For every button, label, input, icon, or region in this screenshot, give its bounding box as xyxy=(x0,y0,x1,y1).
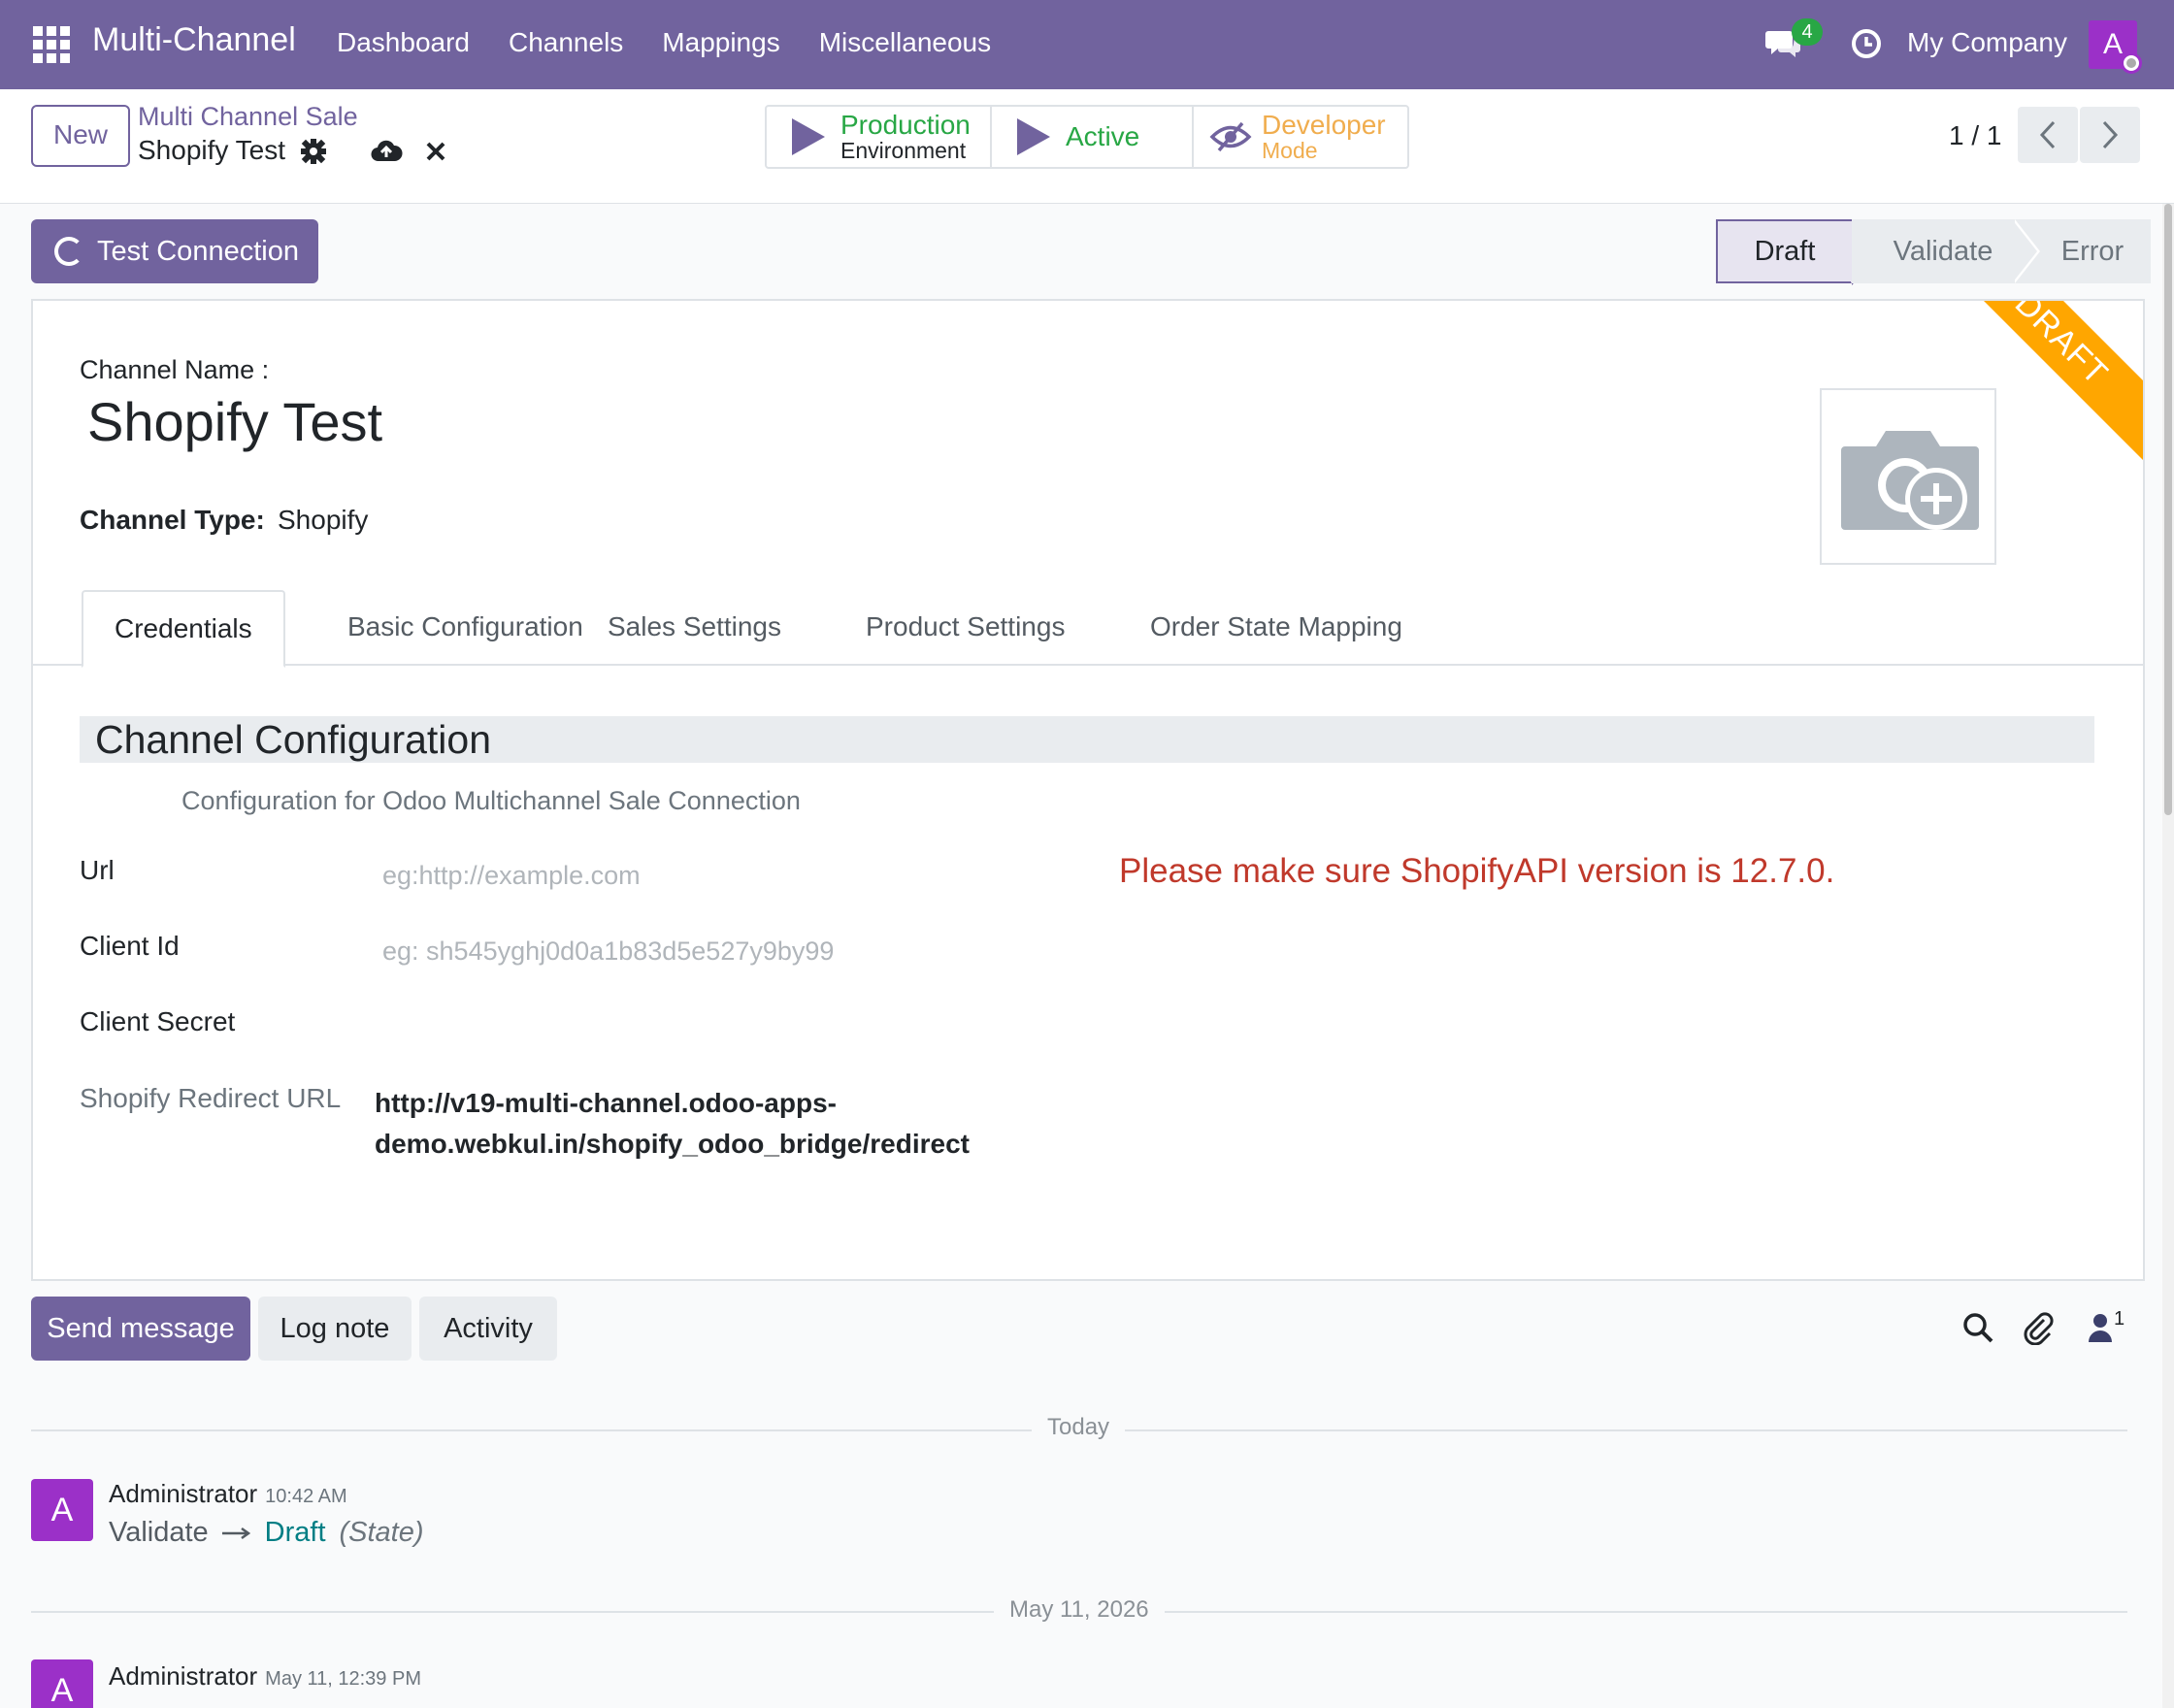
stage-draft[interactable]: Draft xyxy=(1716,219,1881,285)
menu-mappings[interactable]: Mappings xyxy=(662,27,779,58)
menu-dashboard[interactable]: Dashboard xyxy=(337,27,470,58)
apps-grid-icon[interactable] xyxy=(33,26,70,63)
message-author: Administrator 10:42 AM xyxy=(109,1479,347,1509)
camera-plus-icon xyxy=(1841,431,1979,530)
pager-next-button[interactable] xyxy=(2080,107,2140,163)
client-secret-input[interactable] xyxy=(382,1012,965,1047)
play-icon xyxy=(792,118,825,155)
tab-order-state-mapping[interactable]: Order State Mapping xyxy=(1119,590,1433,666)
main-menu: Dashboard Channels Mappings Miscellaneou… xyxy=(337,27,991,58)
followers-count: 1 xyxy=(2114,1308,2125,1330)
developer-label: Developer xyxy=(1262,110,1386,140)
stage-validate[interactable]: Validate xyxy=(1852,219,2015,283)
arrow-right-icon xyxy=(221,1527,250,1539)
stage-validate-label: Validate xyxy=(1893,235,1993,267)
channel-type-label: Channel Type: xyxy=(80,505,265,535)
active-label: Active xyxy=(1066,121,1140,151)
date-separator-today: Today xyxy=(1032,1414,1126,1441)
tracking-field-name: (State) xyxy=(339,1517,424,1548)
redirect-url-label: Shopify Redirect URL xyxy=(80,1083,342,1113)
api-version-warning: Please make sure ShopifyAPI version is 1… xyxy=(1119,852,1835,890)
send-message-button[interactable]: Send message xyxy=(31,1297,250,1361)
tab-product-settings[interactable]: Product Settings xyxy=(835,590,1096,666)
new-button[interactable]: New xyxy=(31,105,130,167)
redirect-url-line2: demo.webkul.in/shopify_odoo_bridge/redir… xyxy=(375,1129,970,1159)
refresh-icon xyxy=(54,237,83,266)
activity-button[interactable]: Activity xyxy=(419,1297,557,1361)
tracking-new-value: Draft xyxy=(264,1517,326,1548)
stage-error[interactable]: Error xyxy=(2012,219,2151,283)
url-input[interactable]: eg:http://example.com xyxy=(382,861,641,891)
chevron-right-icon xyxy=(2102,120,2119,149)
production-environment-button[interactable]: Production Environment xyxy=(767,107,992,167)
message-time: May 11, 12:39 PM xyxy=(265,1668,421,1690)
channel-type-value: Shopify xyxy=(278,505,369,535)
log-note-button[interactable]: Log note xyxy=(258,1297,412,1361)
menu-channels[interactable]: Channels xyxy=(509,27,623,58)
form-sheet: DRAFT Channel Name : Shopify Test Channe… xyxy=(31,299,2145,1281)
breadcrumb-current: Shopify Test xyxy=(138,135,286,165)
tab-basic-configuration[interactable]: Basic Configuration xyxy=(316,590,614,666)
paperclip-icon[interactable] xyxy=(2021,1310,2056,1345)
message-author-name[interactable]: Administrator xyxy=(109,1479,257,1508)
section-title: Channel Configuration xyxy=(80,716,2094,763)
play-icon xyxy=(1017,118,1050,155)
eye-slash-icon xyxy=(1209,121,1252,152)
chatter-topbar: Send message Log note Activity xyxy=(31,1297,557,1361)
followers-icon[interactable] xyxy=(2083,1310,2118,1345)
presence-status-icon xyxy=(2121,52,2142,74)
app-brand[interactable]: Multi-Channel xyxy=(92,21,296,59)
channel-image-upload[interactable] xyxy=(1820,388,1996,565)
section-description: Configuration for Odoo Multichannel Sale… xyxy=(181,786,801,815)
menu-miscellaneous[interactable]: Miscellaneous xyxy=(819,27,991,58)
message-avatar[interactable]: A xyxy=(31,1479,93,1541)
top-navbar: Multi-Channel Dashboard Channels Mapping… xyxy=(0,0,2174,89)
company-switcher[interactable]: My Company xyxy=(1907,27,2067,58)
message-avatar[interactable]: A xyxy=(31,1659,93,1708)
developer-mode-button[interactable]: Developer Mode xyxy=(1194,107,1407,167)
channel-name-label: Channel Name : xyxy=(80,355,270,384)
stage-error-label: Error xyxy=(2060,235,2125,267)
test-connection-button[interactable]: Test Connection xyxy=(31,219,318,283)
active-toggle-button[interactable]: Active xyxy=(992,107,1194,167)
state-statusbar: Draft Validate Error xyxy=(1716,219,2151,285)
chat-count-badge: 4 xyxy=(1792,18,1823,46)
production-label: Production xyxy=(840,110,971,140)
url-label: Url xyxy=(80,855,115,885)
message-time: 10:42 AM xyxy=(265,1486,347,1507)
mode-label: Mode xyxy=(1262,138,1318,163)
tab-credentials[interactable]: Credentials xyxy=(82,590,285,668)
message-tracking-body: Validate Draft (State) xyxy=(109,1517,424,1549)
chevron-left-icon xyxy=(2039,120,2056,149)
pager-previous-button[interactable] xyxy=(2018,107,2078,163)
redirect-url-line1: http://v19-multi-channel.odoo-apps- xyxy=(375,1088,837,1118)
client-id-input[interactable]: eg: sh545yghj0d0a1b83d5e527y9by99 xyxy=(382,936,834,967)
activity-clock-icon[interactable] xyxy=(1851,28,1882,59)
environment-label: Environment xyxy=(840,138,967,163)
pager-value[interactable]: 1 / 1 xyxy=(1949,120,2001,151)
breadcrumb-parent[interactable]: Multi Channel Sale xyxy=(138,102,358,132)
client-secret-label: Client Secret xyxy=(80,1006,236,1036)
gear-icon[interactable] xyxy=(300,138,327,165)
date-separator-date: May 11, 2026 xyxy=(994,1596,1165,1624)
page-scrollbar[interactable] xyxy=(2162,204,2174,1708)
message-author-name[interactable]: Administrator xyxy=(109,1661,257,1691)
stage-arrow xyxy=(2012,219,2037,283)
test-connection-label: Test Connection xyxy=(97,235,299,267)
message-author: Administrator May 11, 12:39 PM xyxy=(109,1661,421,1692)
search-icon[interactable] xyxy=(1960,1310,1995,1345)
tab-sales-settings[interactable]: Sales Settings xyxy=(576,590,812,666)
stage-draft-label: Draft xyxy=(1754,235,1816,267)
notebook-tabs: Credentials Basic Configuration Sales Se… xyxy=(33,590,2143,668)
redirect-url-value: http://v19-multi-channel.odoo-apps- demo… xyxy=(375,1083,1005,1165)
scrollbar-thumb[interactable] xyxy=(2164,204,2172,815)
control-panel: New Multi Channel Sale Shopify Test Prod… xyxy=(0,89,2174,204)
channel-name-field[interactable]: Shopify Test xyxy=(87,390,382,453)
smart-buttons: Production Environment Active Developer … xyxy=(765,105,1409,169)
tracking-old-value: Validate xyxy=(109,1517,209,1548)
save-cloud-icon[interactable] xyxy=(370,138,403,165)
client-id-label: Client Id xyxy=(80,931,180,961)
discard-icon[interactable] xyxy=(424,140,447,163)
